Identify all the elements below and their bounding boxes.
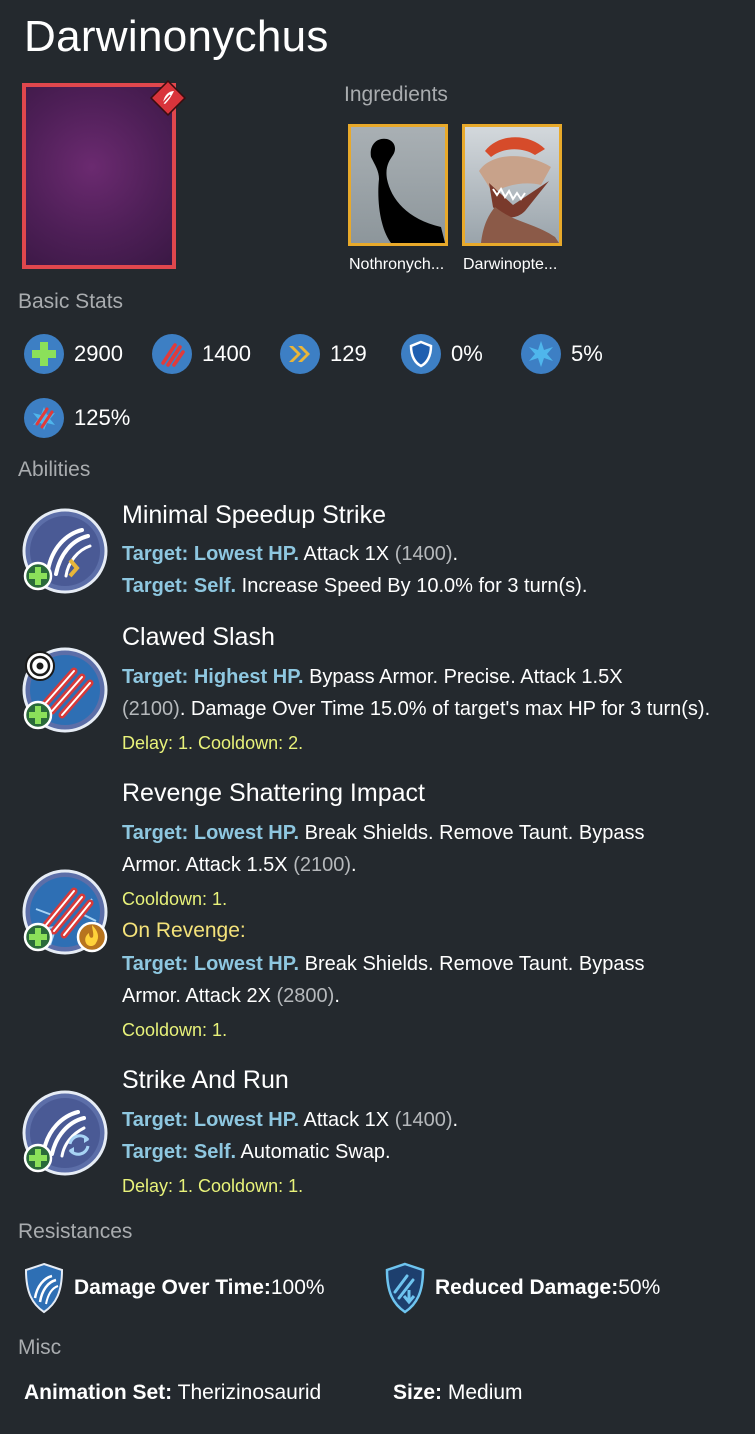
stat-speed: 129	[279, 333, 367, 375]
ability-3-line-2: Armor. Attack 1.5X (2100).	[122, 854, 357, 876]
ability-4-line-2: Target: Self. Automatic Swap.	[122, 1141, 391, 1163]
ability-3-timing: Cooldown: 1.	[122, 889, 228, 909]
ability-2-line-1: Target: Highest HP. Bypass Armor. Precis…	[122, 666, 623, 688]
ability-4-timing: Delay: 1. Cooldown: 1.	[122, 1176, 304, 1196]
stat-armor: 0%	[400, 333, 483, 375]
ability-2-timing: Delay: 1. Cooldown: 2.	[122, 733, 304, 753]
resistance-dot: Damage Over Time: 100%	[22, 1262, 325, 1314]
resistances-heading: Resistances	[18, 1220, 133, 1243]
ability-2-line-2: (2100). Damage Over Time 15.0% of target…	[122, 698, 711, 720]
precise-target-icon	[25, 651, 55, 681]
revenge-shattering-impact-icon[interactable]	[22, 869, 108, 955]
ingredient-thumb-2[interactable]	[462, 124, 562, 246]
ability-4-name: Strike And Run	[122, 1066, 289, 1094]
ability-1-line-1: Target: Lowest HP. Attack 1X (1400).	[122, 543, 459, 565]
crit-icon	[521, 334, 561, 374]
resistance-dot-value: 100%	[270, 1276, 325, 1299]
ingredient-name-1: Nothronych...	[349, 256, 445, 273]
stat-speed-value: 129	[330, 341, 367, 366]
strike-and-run-icon[interactable]	[22, 1090, 108, 1176]
stat-damage: 1400	[151, 333, 251, 375]
rarity-badge-icon	[150, 80, 186, 116]
dot-resist-icon	[24, 1262, 64, 1314]
ability-3-revenge-timing: Cooldown: 1.	[122, 1020, 228, 1040]
armor-icon	[401, 334, 441, 374]
damage-icon	[152, 334, 192, 374]
resistance-reduced-damage-value: 50%	[618, 1276, 661, 1299]
ability-3-revenge-line-2: Armor. Attack 2X (2800).	[122, 985, 340, 1007]
resistance-dot-label: Damage Over Time:	[74, 1276, 271, 1299]
ability-1-name: Minimal Speedup Strike	[122, 501, 387, 529]
basic-stats-heading: Basic Stats	[18, 290, 124, 313]
nothronychus-silhouette-icon	[370, 138, 445, 243]
stat-damage-value: 1400	[202, 341, 251, 366]
stat-health-value: 2900	[74, 341, 123, 366]
darwinopterus-portrait-icon	[479, 137, 559, 243]
stat-armor-value: 0%	[451, 341, 483, 366]
misc-heading: Misc	[18, 1336, 62, 1359]
stat-crit-multiplier-value: 125%	[74, 405, 131, 430]
ingredient-name-2: Darwinopte...	[463, 256, 558, 273]
minimal-speedup-strike-icon[interactable]	[22, 508, 108, 594]
speed-icon	[280, 334, 320, 374]
ability-1-line-2: Target: Self. Increase Speed By 10.0% fo…	[122, 575, 588, 597]
ingredient-thumb-1[interactable]	[348, 124, 448, 246]
ingredients-heading: Ingredients	[344, 83, 448, 106]
stat-health: 2900	[23, 333, 123, 375]
ability-3-on-revenge: On Revenge:	[122, 919, 246, 942]
stat-crit-multiplier: 125%	[23, 397, 130, 439]
resistance-reduced-damage: Reduced Damage: 50%	[383, 1262, 660, 1314]
misc-size: Size: Medium	[393, 1381, 523, 1404]
ability-2-name: Clawed Slash	[122, 623, 275, 651]
reduced-damage-resist-icon	[385, 1262, 425, 1314]
abilities-heading: Abilities	[18, 458, 91, 481]
ability-3-revenge-line-1: Target: Lowest HP. Break Shields. Remove…	[122, 953, 645, 975]
crit-multiplier-icon	[24, 398, 64, 438]
page-title: Darwinonychus	[24, 12, 329, 61]
ability-4-line-1: Target: Lowest HP. Attack 1X (1400).	[122, 1109, 459, 1131]
ability-3-name: Revenge Shattering Impact	[122, 779, 425, 807]
stat-crit-value: 5%	[571, 341, 603, 366]
health-icon	[24, 334, 64, 374]
ability-3-line-1: Target: Lowest HP. Break Shields. Remove…	[122, 822, 645, 844]
stat-crit: 5%	[520, 333, 603, 375]
misc-animation-set: Animation Set: Therizinosaurid	[24, 1381, 322, 1404]
resistance-reduced-damage-label: Reduced Damage:	[435, 1276, 619, 1299]
